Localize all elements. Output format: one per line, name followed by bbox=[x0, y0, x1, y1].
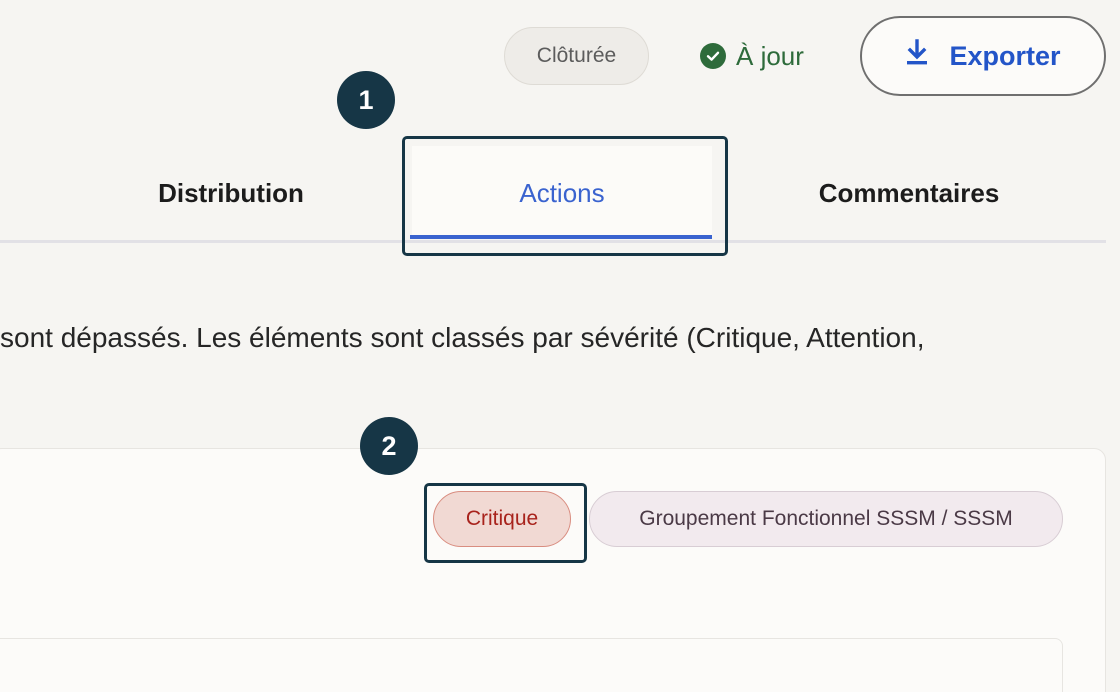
export-button-label: Exporter bbox=[949, 40, 1061, 71]
tab-commentaires[interactable]: Commentaires bbox=[790, 168, 1028, 218]
highlight-box-badge bbox=[424, 483, 587, 563]
group-badge: Groupement Fonctionnel SSSM / SSSM bbox=[589, 491, 1063, 547]
step-marker-1: 1 bbox=[337, 71, 395, 129]
check-circle-icon bbox=[700, 43, 726, 69]
description-text: sont dépassés. Les éléments sont classés… bbox=[0, 322, 925, 353]
sync-status: À jour bbox=[700, 40, 804, 72]
sync-status-label: À jour bbox=[736, 40, 804, 71]
tab-distribution[interactable]: Distribution bbox=[131, 168, 331, 218]
download-icon bbox=[905, 38, 929, 74]
status-badge-label: Clôturée bbox=[536, 44, 617, 67]
step-marker-1-label: 1 bbox=[358, 84, 374, 115]
step-marker-2: 2 bbox=[360, 417, 418, 475]
status-badge: Clôturée bbox=[504, 27, 649, 85]
action-card-inner bbox=[0, 638, 1063, 692]
export-button[interactable]: Exporter bbox=[860, 16, 1106, 96]
highlight-box-tab bbox=[402, 136, 728, 256]
tab-commentaires-label: Commentaires bbox=[818, 177, 1000, 208]
tab-distribution-label: Distribution bbox=[158, 177, 304, 208]
step-marker-2-label: 2 bbox=[381, 430, 397, 461]
group-badge-label: Groupement Fonctionnel SSSM / SSSM bbox=[639, 507, 1013, 530]
